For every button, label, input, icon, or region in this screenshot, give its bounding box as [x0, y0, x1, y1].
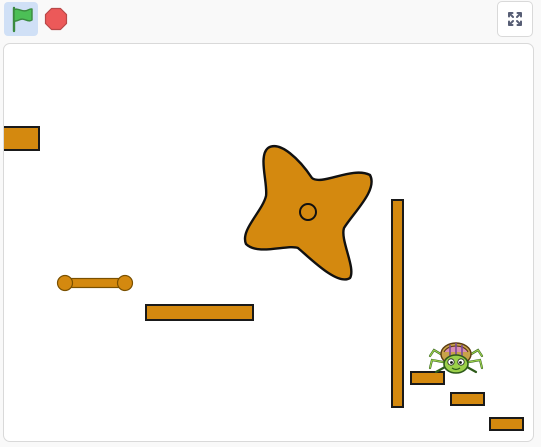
- step-platform-1: [410, 371, 445, 385]
- fullscreen-icon: [508, 12, 522, 26]
- stage-toolbar: [0, 0, 541, 40]
- spider-character: [428, 342, 484, 374]
- green-flag-button[interactable]: [4, 2, 38, 36]
- step-platform-2: [450, 392, 485, 406]
- stage-canvas: [4, 126, 524, 431]
- fullscreen-button[interactable]: [497, 1, 533, 37]
- spinning-star-obstacle: [243, 145, 373, 281]
- game-stage[interactable]: [3, 43, 534, 442]
- ledge-platform: [4, 126, 40, 151]
- bone-platform: [56, 274, 134, 292]
- green-flag-icon: [12, 6, 33, 33]
- step-platform-3: [489, 417, 524, 431]
- vertical-wall: [391, 199, 404, 408]
- stop-button[interactable]: [42, 4, 70, 34]
- flat-platform: [145, 304, 254, 321]
- stop-sign-icon: [44, 7, 68, 31]
